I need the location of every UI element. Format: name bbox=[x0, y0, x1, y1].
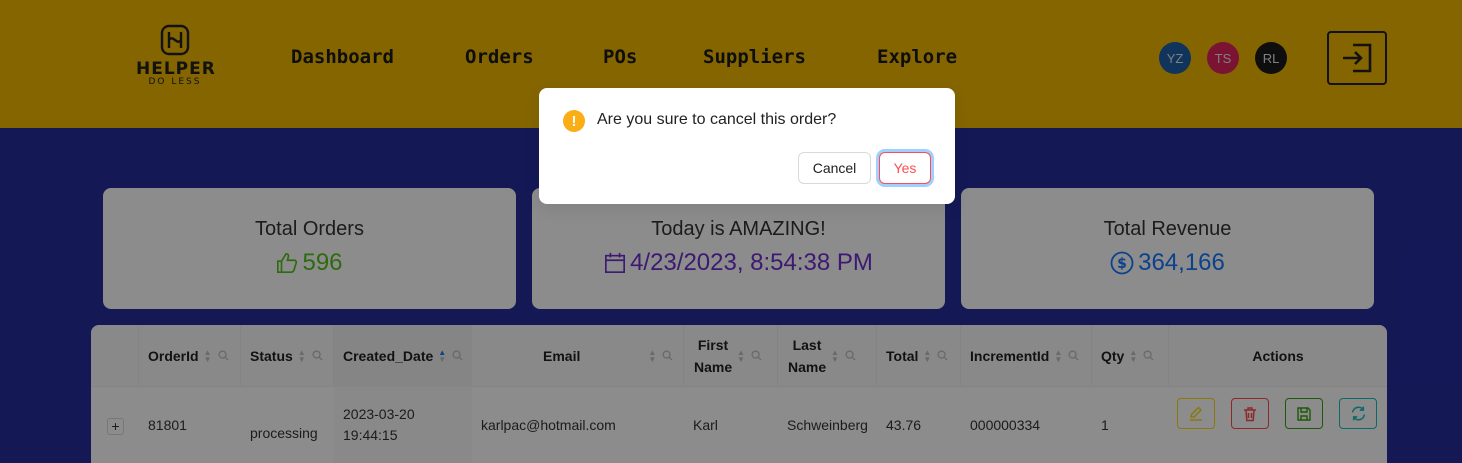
confirm-yes-button[interactable]: Yes bbox=[879, 152, 931, 184]
modal-mask[interactable] bbox=[0, 0, 1462, 463]
confirm-dialog-title: Are you sure to cancel this order? bbox=[597, 111, 837, 128]
cancel-button[interactable]: Cancel bbox=[798, 152, 871, 184]
exclamation-icon: ! bbox=[563, 110, 585, 132]
confirm-dialog: ! Are you sure to cancel this order? Can… bbox=[539, 88, 955, 204]
